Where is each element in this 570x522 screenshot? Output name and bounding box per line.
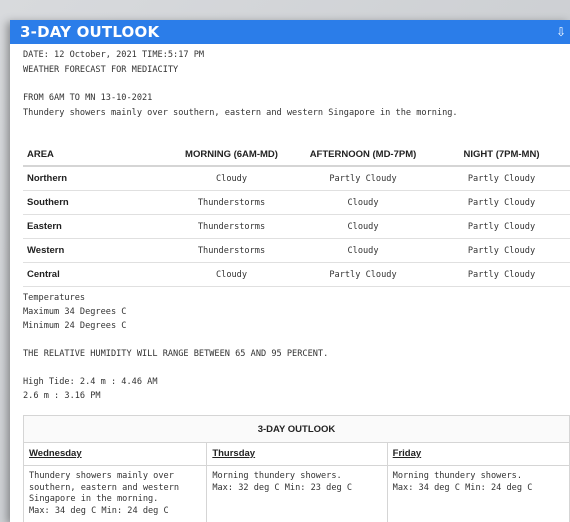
morning-cell: Cloudy xyxy=(170,166,293,191)
morning-cell: Thunderstorms xyxy=(170,214,293,239)
table-row: Central Cloudy Partly Cloudy Partly Clou… xyxy=(23,262,570,287)
period-summary: Thundery showers mainly over southern, e… xyxy=(23,108,458,118)
column-header: AFTERNOON (MD-7PM) xyxy=(293,143,433,167)
afternoon-cell: Cloudy xyxy=(293,190,433,215)
table-row: Southern Thunderstorms Cloudy Partly Clo… xyxy=(23,190,570,215)
forecast-line: Singapore in the morning. xyxy=(29,494,159,505)
outlook-title: 3-DAY OUTLOOK xyxy=(24,416,569,443)
morning-cell: Thunderstorms xyxy=(170,238,293,263)
title-bar: 3-DAY OUTLOOK ⇩ xyxy=(10,20,570,44)
column-header: MORNING (6AM-MD) xyxy=(170,143,293,167)
area-cell: Western xyxy=(23,238,170,263)
column-header: NIGHT (7PM-MN) xyxy=(433,143,570,167)
table-header-row: AREA MORNING (6AM-MD) AFTERNOON (MD-7PM)… xyxy=(23,143,570,167)
panel-title: 3-DAY OUTLOOK xyxy=(20,23,160,41)
outlook-day-friday: Friday Morning thundery showers. Max: 34… xyxy=(386,443,569,522)
forecast-line: Max: 34 deg C Min: 24 deg C xyxy=(29,505,169,516)
area-cell: Northern xyxy=(23,166,170,191)
three-day-outlook: 3-DAY OUTLOOK Wednesday Thundery showers… xyxy=(23,415,570,522)
afternoon-cell: Cloudy xyxy=(293,238,433,263)
area-cell: Southern xyxy=(23,190,170,215)
forecast-line: Max: 32 deg C Min: 23 deg C xyxy=(212,482,353,493)
afternoon-cell: Cloudy xyxy=(293,214,433,239)
second-tide: 2.6 m : 3.16 PM xyxy=(23,391,101,401)
morning-cell: Thunderstorms xyxy=(170,190,293,215)
column-header: AREA xyxy=(23,143,170,167)
table-row: Northern Cloudy Partly Cloudy Partly Clo… xyxy=(23,166,570,191)
temperatures-heading: Temperatures xyxy=(23,293,86,303)
table-row: Eastern Thunderstorms Cloudy Partly Clou… xyxy=(23,214,570,239)
night-cell: Partly Cloudy xyxy=(433,214,570,239)
night-cell: Partly Cloudy xyxy=(433,238,570,263)
outlook-day-wednesday: Wednesday Thundery showers mainly over s… xyxy=(24,443,207,522)
morning-cell: Cloudy xyxy=(170,262,293,287)
night-cell: Partly Cloudy xyxy=(433,262,570,287)
night-cell: Partly Cloudy xyxy=(433,190,570,215)
forecast-subtitle: WEATHER FORECAST FOR MEDIACITY xyxy=(23,65,179,75)
forecast-panel: 3-DAY OUTLOOK ⇩ DATE: 12 October, 2021 T… xyxy=(10,20,570,522)
area-cell: Eastern xyxy=(23,214,170,239)
humidity-statement: THE RELATIVE HUMIDITY WILL RANGE BETWEEN… xyxy=(23,349,329,359)
day-name: Wednesday xyxy=(24,443,207,466)
download-icon[interactable]: ⇩ xyxy=(556,25,566,39)
day-name: Thursday xyxy=(207,443,387,466)
forecast-line: Morning thundery showers. xyxy=(392,471,523,481)
forecast-line: Thundery showers mainly over xyxy=(29,471,174,481)
outlook-day-thursday: Thursday Morning thundery showers. Max: … xyxy=(206,443,387,522)
forecast-line: Morning thundery showers. xyxy=(212,471,342,481)
afternoon-cell: Partly Cloudy xyxy=(293,166,433,191)
area-cell: Central xyxy=(23,262,170,287)
period-range: FROM 6AM TO MN 13-10-2021 xyxy=(23,93,153,103)
table-row: Western Thunderstorms Cloudy Partly Clou… xyxy=(23,238,570,263)
night-cell: Partly Cloudy xyxy=(433,166,570,191)
forecast-line: southern, eastern and western xyxy=(29,482,180,493)
date-time-line: DATE: 12 October, 2021 TIME:5:17 PM xyxy=(23,50,205,60)
min-temperature: Minimum 24 Degrees C xyxy=(23,321,127,331)
high-tide: High Tide: 2.4 m : 4.46 AM xyxy=(23,377,158,387)
forecast-line: Max: 34 deg C Min: 24 deg C xyxy=(392,482,533,493)
afternoon-cell: Partly Cloudy xyxy=(293,262,433,287)
forecast-table: AREA MORNING (6AM-MD) AFTERNOON (MD-7PM)… xyxy=(23,143,570,287)
day-name: Friday xyxy=(387,443,569,466)
max-temperature: Maximum 34 Degrees C xyxy=(23,307,127,317)
